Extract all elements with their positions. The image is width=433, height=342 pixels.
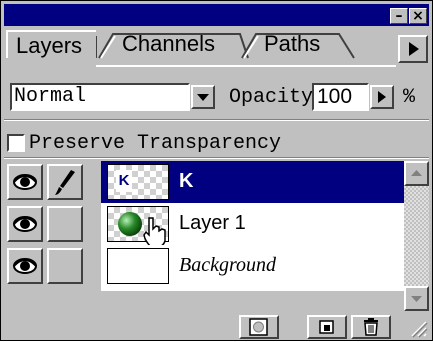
visibility-toggle[interactable]	[7, 248, 43, 284]
opacity-slider-button[interactable]	[370, 85, 394, 109]
scroll-down-arrow-icon	[411, 296, 422, 302]
add-layer-mask-button[interactable]	[239, 315, 279, 339]
minimize-button[interactable]: –	[390, 8, 408, 24]
tab-paths[interactable]: Paths	[258, 30, 326, 58]
layer-mask-icon	[249, 318, 268, 336]
dropdown-arrow-icon	[197, 94, 209, 101]
layer-row-background[interactable]: Background	[4, 245, 404, 287]
divider	[4, 157, 429, 159]
layers-list: K K Layer 1 Background	[4, 161, 404, 291]
tab-underline	[96, 65, 396, 67]
divider	[4, 119, 429, 121]
scroll-track[interactable]	[404, 186, 429, 286]
slider-arrow-icon	[378, 91, 386, 103]
layer-name: Layer 1	[179, 212, 246, 234]
layer-info[interactable]: Background	[101, 245, 404, 287]
blend-mode-select[interactable]: Normal	[10, 83, 190, 111]
palette-titlebar[interactable]: – ×	[4, 4, 429, 26]
layers-scrollbar[interactable]	[404, 161, 429, 311]
layer-thumbnail	[107, 248, 169, 284]
opacity-label: Opacity:	[229, 86, 326, 109]
scroll-down-button[interactable]	[404, 286, 429, 311]
visibility-toggle[interactable]	[7, 164, 43, 200]
new-layer-button[interactable]	[307, 315, 347, 339]
link-toggle[interactable]	[47, 164, 83, 200]
eye-icon	[13, 174, 37, 190]
preserve-transparency-label: Preserve Transparency	[29, 132, 282, 155]
blend-mode-dropdown-button[interactable]	[191, 85, 215, 109]
link-toggle[interactable]	[47, 206, 83, 242]
scroll-up-arrow-icon	[411, 170, 422, 176]
trash-icon	[364, 318, 378, 336]
link-toggle[interactable]	[47, 248, 83, 284]
tab-channels[interactable]: Channels	[116, 30, 221, 58]
hand-cursor-icon	[143, 217, 166, 248]
layers-palette: – × Layers Channels Paths Normal Opacity…	[0, 0, 433, 341]
layer-row-layer-1[interactable]: Layer 1	[4, 203, 404, 248]
thumbnail-text: K	[116, 170, 132, 192]
new-layer-icon	[319, 320, 334, 334]
layer-info[interactable]: Layer 1	[101, 203, 404, 248]
palette-bottom-bar	[4, 315, 429, 339]
visibility-toggle[interactable]	[7, 206, 43, 242]
layer-info[interactable]: K K	[101, 161, 404, 203]
layer-row-k[interactable]: K K	[4, 161, 404, 203]
close-button[interactable]: ×	[409, 8, 427, 24]
paintbrush-icon	[55, 170, 75, 195]
opacity-field[interactable]: 100	[312, 83, 369, 111]
layer-name: K	[179, 170, 194, 192]
eye-icon	[13, 258, 37, 274]
layer-thumbnail: K	[107, 164, 169, 200]
tab-bar: Layers Channels Paths	[4, 26, 429, 66]
scroll-up-button[interactable]	[404, 161, 429, 186]
tab-layers[interactable]: Layers	[6, 30, 96, 58]
list-empty-area	[101, 287, 404, 291]
eye-icon	[13, 216, 37, 232]
panel-menu-arrow-icon	[409, 42, 419, 56]
preserve-transparency-checkbox[interactable]	[7, 134, 25, 152]
percent-sign: %	[403, 86, 416, 109]
delete-layer-button[interactable]	[351, 315, 391, 339]
resize-grip-icon[interactable]	[406, 316, 428, 338]
layer-name: Background	[179, 254, 277, 276]
panel-menu-button[interactable]	[398, 35, 428, 63]
